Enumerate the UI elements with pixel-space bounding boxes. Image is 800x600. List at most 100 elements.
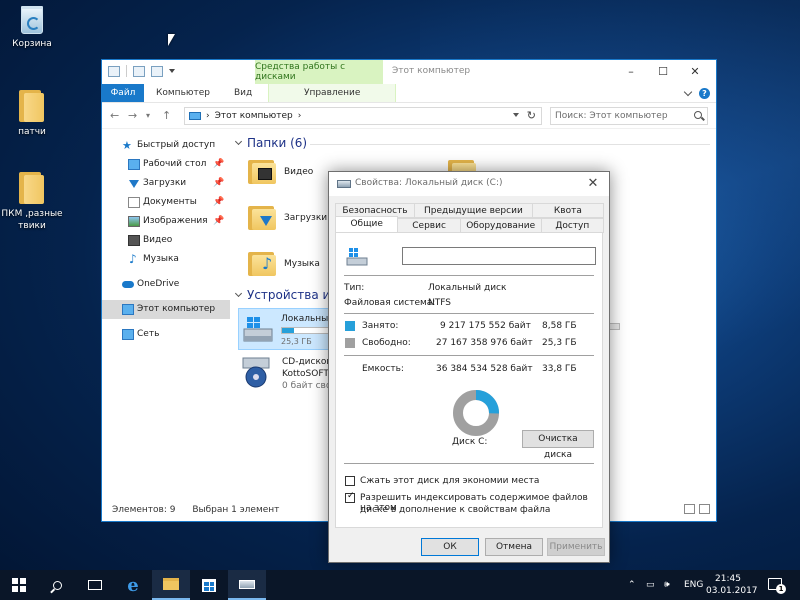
address-row: ← → ▾ ↑ › Этот компьютер › ↻ Поиск: Этот… <box>102 103 716 129</box>
nav-item-network[interactable]: Сеть <box>102 325 230 344</box>
folder-tile-videos[interactable]: Видео <box>248 160 313 184</box>
music-note-icon: ♪ <box>129 252 137 266</box>
maximize-button[interactable]: ☐ <box>648 62 678 82</box>
pc-icon[interactable] <box>108 65 120 77</box>
cd-drive-label: KottoSOFT <box>282 369 329 379</box>
type-label: Тип: <box>344 283 365 293</box>
cancel-button[interactable]: Отмена <box>485 538 543 556</box>
tray-overflow-chevron-icon[interactable]: ⌃ <box>628 570 636 600</box>
nav-item-quick-access[interactable]: ★ Быстрый доступ <box>102 136 230 155</box>
properties-icon[interactable] <box>133 65 145 77</box>
allow-indexing-checkbox[interactable] <box>345 491 355 503</box>
desktop-icon-label: Корзина <box>12 39 52 49</box>
tab-sharing[interactable]: Доступ <box>540 218 604 233</box>
tab-view[interactable]: Вид <box>222 84 264 102</box>
cd-drive-icon[interactable] <box>240 356 272 388</box>
free-space-bytes: 27 167 358 976 байт <box>436 338 533 348</box>
taskbar-store[interactable] <box>190 570 228 600</box>
dialog-titlebar[interactable]: Свойства: Локальный диск (C:) ✕ <box>329 172 609 196</box>
clock-time: 21:45 <box>715 574 741 584</box>
desktop-icon-recycle-bin[interactable]: Корзина <box>0 6 64 50</box>
compress-drive-label: Сжать этот диск для экономии места <box>360 476 540 486</box>
nav-item-label: Этот компьютер <box>137 304 216 314</box>
tab-manage[interactable]: Управление <box>268 84 397 102</box>
search-input[interactable]: Поиск: Этот компьютер <box>550 107 708 125</box>
taskbar-edge[interactable]: e <box>114 570 152 600</box>
forward-button[interactable]: → <box>128 109 137 122</box>
apply-button[interactable]: Применить <box>547 538 605 556</box>
nav-item-music[interactable]: ♪ Музыка <box>102 250 230 269</box>
quick-access-toolbar <box>108 65 175 77</box>
collapse-chevron-icon <box>234 289 243 298</box>
nav-item-onedrive[interactable]: OneDrive <box>102 275 230 294</box>
taskbar-file-explorer[interactable] <box>152 570 190 600</box>
nav-item-pictures[interactable]: Изображения 📌 <box>102 212 230 231</box>
nav-item-videos[interactable]: Видео <box>102 231 230 250</box>
explorer-titlebar[interactable]: Средства работы с дисками Этот компьютер… <box>102 60 716 84</box>
drive-usage-bar <box>281 327 331 334</box>
windows-drive-icon <box>243 315 273 343</box>
desktop-icon-tweaks-folder[interactable]: ПКМ ,разные твики <box>0 172 64 232</box>
nav-item-this-pc[interactable]: Этот компьютер <box>102 300 230 319</box>
nav-item-downloads[interactable]: Загрузки 📌 <box>102 174 230 193</box>
folder-tile-downloads[interactable]: Загрузки <box>248 206 327 230</box>
network-icon[interactable]: ▭ <box>646 570 655 600</box>
nav-item-desktop[interactable]: Рабочий стол 📌 <box>102 155 230 174</box>
new-folder-icon[interactable] <box>151 65 163 77</box>
tab-quota[interactable]: Квота <box>531 203 604 218</box>
divider <box>310 144 710 145</box>
details-view-icon[interactable] <box>684 504 695 514</box>
folders-group-header[interactable]: Папки (6) <box>234 136 307 150</box>
address-bar[interactable]: › Этот компьютер › ↻ <box>184 107 542 125</box>
cd-drive-tile[interactable]: CD-дисков KottoSOFT 0 байт сво <box>282 356 332 392</box>
type-value: Локальный диск <box>428 283 507 293</box>
status-selected-count: Выбран 1 элемент <box>192 505 280 515</box>
help-icon[interactable]: ? <box>699 88 710 99</box>
pin-icon[interactable]: 📌 <box>213 212 224 231</box>
tab-computer[interactable]: Компьютер <box>144 84 222 102</box>
desktop-icon-patchi-folder[interactable]: патчи <box>0 90 64 138</box>
refresh-icon[interactable]: ↻ <box>527 109 536 122</box>
tab-file[interactable]: Файл <box>102 84 144 102</box>
customize-toolbar-chevron-icon[interactable] <box>169 69 175 73</box>
taskbar-drive-properties[interactable] <box>228 570 266 600</box>
tab-general[interactable]: Общие <box>335 216 399 233</box>
input-language-indicator[interactable]: ENG <box>684 570 703 600</box>
nav-item-label: Документы <box>143 197 197 207</box>
clock[interactable]: 21:45 03.01.2017 <box>706 573 758 597</box>
taskbar-search-button[interactable] <box>38 570 76 600</box>
start-button[interactable] <box>0 570 38 600</box>
close-button[interactable]: ✕ <box>680 62 710 82</box>
volume-icon[interactable]: 🕪 <box>664 570 670 600</box>
back-button[interactable]: ← <box>110 109 119 122</box>
tab-previous-versions[interactable]: Предыдущие версии <box>413 203 533 218</box>
expand-ribbon-chevron-icon[interactable] <box>683 87 693 97</box>
pin-icon[interactable]: 📌 <box>213 193 224 212</box>
divider <box>344 355 594 356</box>
compress-drive-checkbox[interactable] <box>345 476 355 486</box>
breadcrumb[interactable]: Этот компьютер <box>215 111 293 121</box>
ok-button[interactable]: ОК <box>421 538 479 556</box>
minimize-button[interactable]: – <box>616 62 646 82</box>
folder-tile-music[interactable]: ♪ Музыка <box>248 252 320 276</box>
disk-cleanup-button[interactable]: Очистка диска <box>522 430 594 460</box>
address-dropdown-chevron-icon[interactable] <box>513 113 519 117</box>
hard-drive-icon <box>337 180 351 188</box>
separator <box>126 65 127 77</box>
search-icon <box>52 580 62 590</box>
volume-label-input[interactable] <box>402 247 596 265</box>
task-view-button[interactable] <box>76 570 114 600</box>
large-icons-view-icon[interactable] <box>699 504 710 514</box>
pin-icon[interactable]: 📌 <box>213 174 224 193</box>
recent-locations-chevron-icon[interactable]: ▾ <box>146 111 150 120</box>
pin-icon[interactable]: 📌 <box>213 155 224 174</box>
tab-hardware[interactable]: Оборудование <box>459 218 542 233</box>
dialog-close-button[interactable]: ✕ <box>583 174 603 194</box>
filesystem-label: Файловая система: <box>344 298 436 308</box>
tab-tools[interactable]: Сервис <box>397 218 461 233</box>
folder-icon <box>19 90 45 122</box>
drive-tile-local-disk-c[interactable]: Локальны 25,3 ГБ <box>238 308 331 350</box>
nav-item-documents[interactable]: Документы 📌 <box>102 193 230 212</box>
hard-drive-icon <box>239 579 255 589</box>
up-button[interactable]: ↑ <box>162 109 171 122</box>
